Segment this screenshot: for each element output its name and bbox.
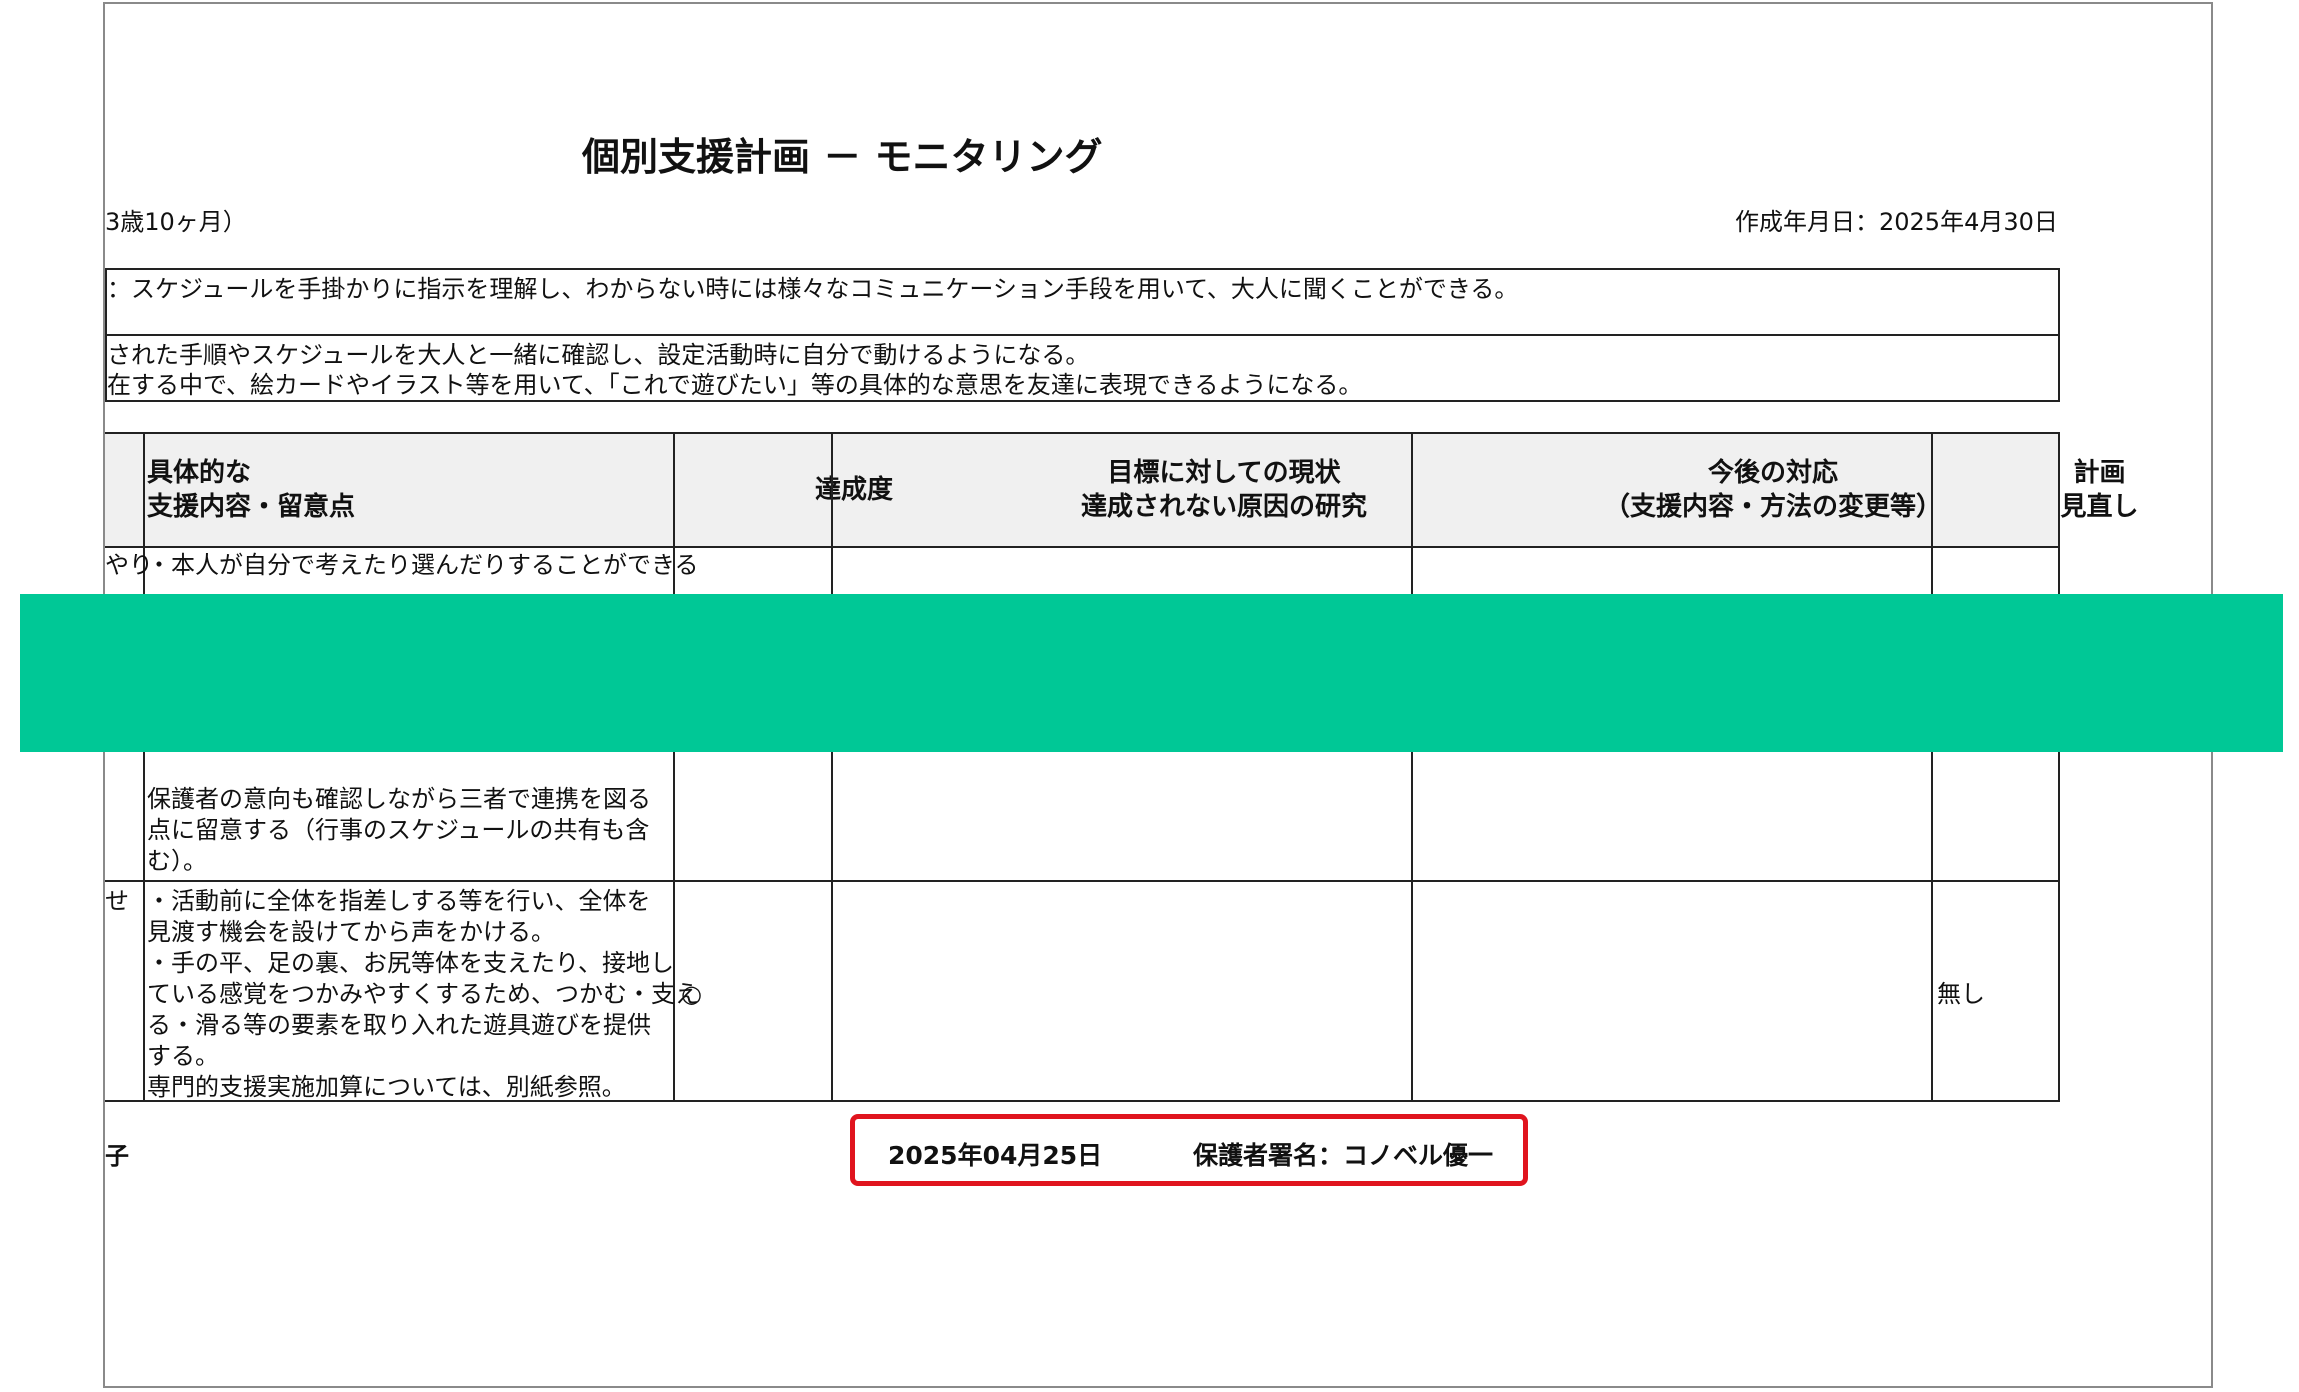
- signature-highlight-box: [850, 1114, 1528, 1186]
- row2-support-line: ている感覚をつかみやすくするため、つかむ・支え: [147, 980, 699, 1008]
- column-divider: [1411, 434, 1413, 1100]
- monitoring-table: 具体的な 支援内容・留意点 達成度 目標に対しての現状 達成されない原因の研究 …: [105, 432, 2139, 1102]
- document-title: 個別支援計画 － モニタリング: [582, 135, 1103, 179]
- long-term-goal: ：スケジュールを手掛かりに指示を理解し、わからない時には様々なコミュニケーション…: [107, 275, 1519, 303]
- long-term-goal-box: ：スケジュールを手掛かりに指示を理解し、わからない時には様々なコミュニケーション…: [105, 268, 2060, 336]
- header-row-divider: [105, 546, 2058, 548]
- child-name-fragment: 子: [105, 1142, 129, 1170]
- header-review: 計画 見直し: [2060, 458, 2139, 522]
- redaction-overlay-bar: [20, 594, 2283, 752]
- age-label: 3歳10ヶ月）: [105, 208, 247, 236]
- column-divider: [1931, 434, 1933, 1100]
- row2-support-line: 見渡す機会を設けてから声をかける。: [147, 918, 555, 946]
- row2-support-line: 専門的支援実施加算については、別紙参照。: [147, 1073, 626, 1101]
- header-future: 今後の対応 （支援内容・方法の変更等）: [1603, 458, 1942, 522]
- row-divider: [105, 880, 2058, 882]
- row2-lead: せ: [105, 887, 129, 915]
- row2-support-line: ・活動前に全体を指差しする等を行い、全体を: [147, 887, 651, 915]
- created-date: 作成年月日：2025年4月30日: [1735, 208, 2058, 236]
- row1-lead: やり: [105, 551, 153, 579]
- row2-support-line: ・手の平、足の裏、お尻等体を支えたり、接地し: [147, 949, 675, 977]
- short-term-goal-box: された手順やスケジュールを大人と一緒に確認し、設定活動時に自分で動けるようになる…: [105, 334, 2060, 402]
- row1-support-line: む）。: [147, 847, 207, 875]
- column-divider: [831, 434, 833, 1100]
- row2-support-line: する。: [147, 1042, 219, 1070]
- column-divider: [143, 434, 145, 1100]
- header-status: 目標に対しての現状 達成されない原因の研究: [1080, 458, 1367, 522]
- row1-support-first-line: ・本人が自分で考えたり選んだりすることができる: [147, 551, 699, 579]
- row2-achievement: ○: [681, 980, 702, 1008]
- header-achievement: 達成度: [814, 475, 893, 505]
- short-term-goal-1: された手順やスケジュールを大人と一緒に確認し、設定活動時に自分で動けるようになる…: [107, 341, 1090, 369]
- short-term-goal-2: 在する中で、絵カードやイラスト等を用いて、「これで遊びたい」等の具体的な意思を友…: [107, 371, 1363, 399]
- row1-support-line: 点に留意する（行事のスケジュールの共有も含: [147, 816, 650, 844]
- row1-support-line: 保護者の意向も確認しながら三者で連携を図る: [147, 785, 651, 813]
- row2-review: 無し: [1937, 980, 1985, 1008]
- row2-support-line: る・滑る等の要素を取り入れた遊具遊びを提供: [147, 1011, 651, 1039]
- header-support: 具体的な 支援内容・留意点: [147, 458, 356, 522]
